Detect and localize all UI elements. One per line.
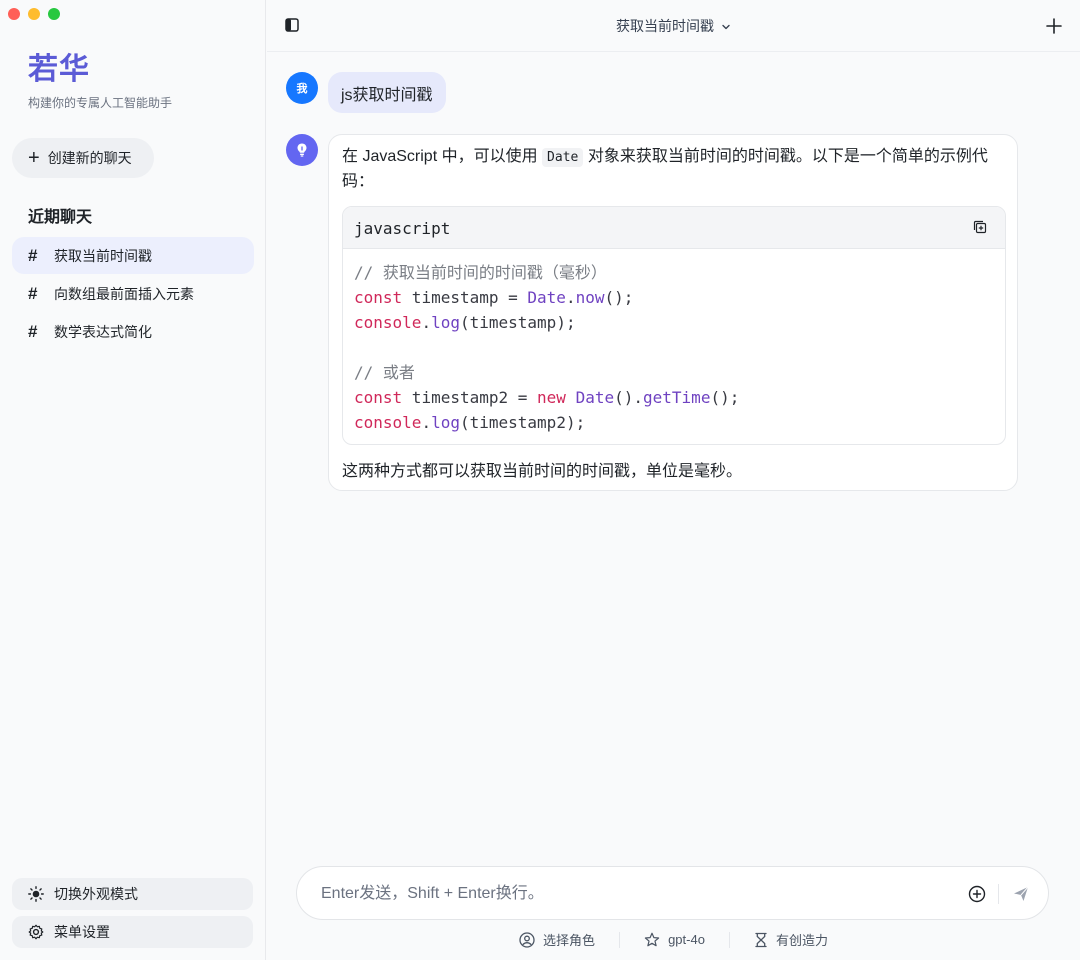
add-circle-icon[interactable] xyxy=(967,884,987,904)
code-language: javascript xyxy=(354,219,451,238)
code-comment: // 或者 xyxy=(354,363,415,382)
code-function: log xyxy=(431,313,460,332)
main-area: 获取当前时间戳 我 js获取时间戳 在 JavaScript 中，可以使用 Da… xyxy=(267,0,1080,960)
gear-icon xyxy=(28,924,44,940)
bot-outro: 这两种方式都可以获取当前时间的时间戳，单位是毫秒。 xyxy=(342,463,743,480)
window-controls xyxy=(8,8,60,20)
maximize-window-button[interactable] xyxy=(48,8,60,20)
code-text: timestamp2 = xyxy=(402,388,538,407)
chevron-down-icon xyxy=(722,25,730,30)
recent-chats-heading: 近期聊天 xyxy=(28,209,93,226)
creativity-label: 有创造力 xyxy=(775,933,828,948)
user-circle-icon xyxy=(519,931,535,948)
model-label: gpt-4o xyxy=(668,932,705,947)
copy-icon[interactable] xyxy=(973,220,987,234)
code-function: log xyxy=(431,413,460,432)
hash-icon: # xyxy=(28,283,38,303)
code-header: javascript xyxy=(343,207,1005,249)
chat-list: # 获取当前时间戳 # 向数组最前面插入元素 # 数学表达式简化 xyxy=(12,237,254,351)
chat-title-dropdown[interactable]: 获取当前时间戳 xyxy=(616,18,731,34)
tool-divider xyxy=(619,931,621,948)
sidebar: 若华 构建你的专属人工智能助手 + 创建新的聊天 近期聊天 # 获取当前时间戳 … xyxy=(0,0,266,960)
code-text: (). xyxy=(614,388,644,407)
minimize-window-button[interactable] xyxy=(28,8,40,20)
chat-item-timestamp[interactable]: # 获取当前时间戳 xyxy=(12,237,254,274)
hash-icon: # xyxy=(28,321,38,341)
input-divider xyxy=(998,884,999,904)
chat-item-array-insert[interactable]: # 向数组最前面插入元素 xyxy=(12,275,254,312)
close-window-button[interactable] xyxy=(8,8,20,20)
creativity-button[interactable]: 有创造力 xyxy=(748,930,834,949)
hourglass-icon xyxy=(755,932,767,947)
new-chat-label: 创建新的聊天 xyxy=(47,150,132,166)
top-bar: 获取当前时间戳 xyxy=(267,0,1080,52)
user-message: js获取时间戳 xyxy=(328,72,446,113)
inline-code: Date xyxy=(542,148,584,167)
bot-avatar xyxy=(286,134,318,166)
code-comment: // 获取当前时间的时间戳（毫秒） xyxy=(354,263,607,282)
hash-icon: # xyxy=(28,245,38,265)
chat-item-math-simplify[interactable]: # 数学表达式简化 xyxy=(12,313,254,350)
chat-title-wrap: 获取当前时间戳 xyxy=(267,16,1080,36)
plus-icon: + xyxy=(28,147,40,169)
code-keyword: new xyxy=(537,388,566,407)
code-text: (); xyxy=(710,388,740,407)
code-text: (timestamp2); xyxy=(459,413,586,432)
code-body: // 获取当前时间的时间戳（毫秒） const timestamp = Date… xyxy=(343,249,1005,444)
bot-intro: 在 JavaScript 中，可以使用 Date 对象来获取当前时间的时间戳。以… xyxy=(342,145,1006,194)
model-select-button[interactable]: gpt-4o xyxy=(638,932,711,948)
toggle-theme-label: 切换外观模式 xyxy=(54,886,138,902)
code-text: (); xyxy=(604,288,634,307)
code-keyword: const xyxy=(354,288,403,307)
chat-item-label: 向数组最前面插入元素 xyxy=(54,285,194,302)
code-text: timestamp = xyxy=(402,288,528,307)
message-input[interactable] xyxy=(321,881,941,907)
code-text: . xyxy=(565,288,576,307)
new-chat-button[interactable]: + 创建新的聊天 xyxy=(12,138,154,178)
code-block: javascript // 获取当前时间的时间戳（毫秒） const times… xyxy=(342,206,1006,445)
code-text: . xyxy=(421,413,432,432)
bottom-toolbar: 选择角色 gpt-4o 有创造力 xyxy=(267,930,1080,949)
settings-button[interactable]: 菜单设置 xyxy=(12,916,253,948)
brand-title: 若华 xyxy=(28,53,90,86)
tool-divider xyxy=(728,931,730,948)
code-keyword: console xyxy=(354,313,422,332)
code-text: . xyxy=(421,313,432,332)
code-keyword: const xyxy=(354,388,403,407)
chat-item-label: 数学表达式简化 xyxy=(54,323,152,340)
user-avatar: 我 xyxy=(286,72,318,104)
code-function: getTime xyxy=(643,388,711,407)
lightbulb-icon xyxy=(297,143,307,157)
code-object: Date xyxy=(575,388,615,407)
sun-icon xyxy=(28,886,44,902)
code-text: (timestamp); xyxy=(459,313,576,332)
plus-icon xyxy=(1046,18,1062,34)
new-chat-plus-button[interactable] xyxy=(1046,13,1062,41)
select-role-label: 选择角色 xyxy=(543,933,596,948)
bot-message: 在 JavaScript 中，可以使用 Date 对象来获取当前时间的时间戳。以… xyxy=(328,134,1018,491)
select-role-button[interactable]: 选择角色 xyxy=(513,930,601,949)
brand-subtitle: 构建你的专属人工智能助手 xyxy=(28,96,173,110)
code-keyword: console xyxy=(354,413,422,432)
star-icon xyxy=(644,932,660,946)
code-object: Date xyxy=(527,288,566,307)
code-function: now xyxy=(575,288,605,307)
message-input-box xyxy=(296,866,1049,920)
chat-title: 获取当前时间戳 xyxy=(616,18,715,34)
chat-item-label: 获取当前时间戳 xyxy=(54,247,152,264)
settings-label: 菜单设置 xyxy=(54,924,110,940)
toggle-theme-button[interactable]: 切换外观模式 xyxy=(12,878,253,910)
send-icon[interactable] xyxy=(1011,884,1031,904)
bot-intro-text: 在 JavaScript 中，可以使用 xyxy=(342,148,538,165)
